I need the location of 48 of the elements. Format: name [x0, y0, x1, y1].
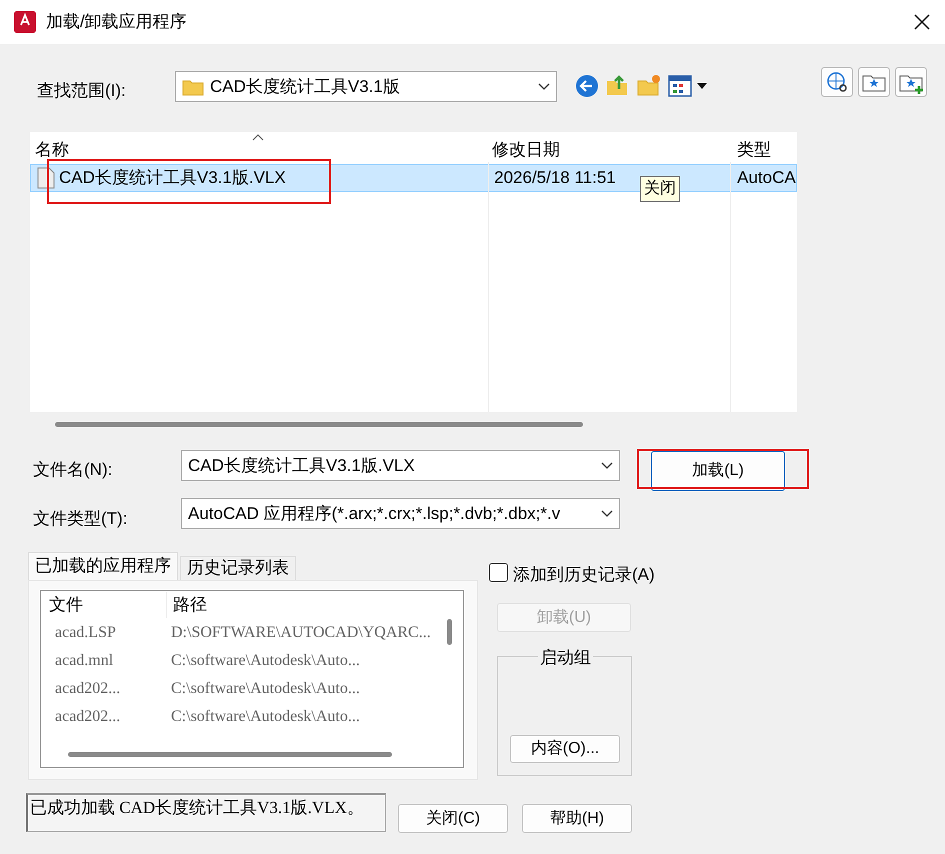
loaded-file: acad202...	[54, 679, 122, 699]
file-type-combo[interactable]: AutoCAD 应用程序(*.arx;*.crx;*.lsp;*.dvb;*.dbx;*.v	[181, 498, 620, 529]
web-search-icon[interactable]	[821, 67, 853, 97]
status-message: 已成功加载 CAD长度统计工具V3.1版.VLX。	[26, 793, 386, 832]
tab[interactable]: 历史记录列表	[180, 556, 296, 580]
file-date: 2026/5/18 11:51	[494, 168, 616, 188]
close-button[interactable]: 关闭(C)	[398, 804, 508, 833]
horizontal-scrollbar[interactable]	[55, 422, 583, 427]
app-icon	[14, 11, 36, 33]
horizontal-scrollbar[interactable]	[68, 752, 392, 757]
loaded-file: acad.mnl	[54, 651, 114, 671]
contents-button[interactable]: 内容(O)...	[510, 735, 620, 763]
up-folder-icon[interactable]	[605, 73, 629, 97]
tooltip: 关闭	[640, 176, 680, 202]
vertical-scrollbar[interactable]	[447, 619, 452, 645]
close-icon[interactable]	[913, 13, 931, 31]
loaded-path: C:\software\Autodesk\Auto...	[171, 651, 360, 671]
file-name-label: 文件名(N):	[33, 459, 112, 481]
back-icon[interactable]	[575, 74, 599, 98]
add-favorite-icon[interactable]	[895, 67, 927, 97]
column-header[interactable]: 路径	[166, 592, 207, 618]
favorites-folder-icon[interactable]	[858, 67, 890, 97]
window-title: 加载/卸载应用程序	[46, 11, 187, 34]
tab[interactable]: 已加载的应用程序	[28, 552, 178, 580]
view-menu-icon[interactable]	[668, 75, 708, 97]
folder-icon	[182, 78, 204, 96]
file-name-combo[interactable]: CAD长度统计工具V3.1版.VLX	[181, 450, 620, 481]
load-button[interactable]: 加载(L)	[651, 451, 785, 491]
loaded-path: D:\SOFTWARE\AUTOCAD\YQARC...	[171, 623, 431, 643]
loaded-file: acad.LSP	[54, 623, 117, 643]
column-header[interactable]: 名称	[30, 136, 490, 162]
file-name: CAD长度统计工具V3.1版.VLX	[59, 167, 287, 190]
column-header[interactable]: 文件	[41, 592, 166, 618]
loaded-path: C:\software\Autodesk\Auto...	[171, 707, 360, 727]
look-in-value: CAD长度统计工具V3.1版	[210, 76, 400, 98]
loaded-file: acad202...	[54, 707, 122, 727]
column-header[interactable]: 修改日期	[490, 136, 735, 162]
look-in-combo[interactable]: CAD长度统计工具V3.1版	[175, 71, 557, 102]
look-in-label: 查找范围(I):	[37, 80, 126, 102]
combo-value: CAD长度统计工具V3.1版.VLX	[188, 454, 415, 477]
column-header[interactable]: 类型	[735, 136, 797, 162]
help-button[interactable]: 帮助(H)	[522, 804, 632, 833]
combo-value: AutoCAD 应用程序(*.arx;*.crx;*.lsp;*.dvb;*.dbx;*.v	[188, 502, 560, 525]
file-type: AutoCA	[736, 167, 796, 190]
loaded-path: C:\software\Autodesk\Auto...	[171, 679, 360, 699]
history-checkbox-label: 添加到历史记录(A)	[513, 564, 655, 586]
file-type-label: 文件类型(T):	[33, 508, 128, 530]
history-checkbox[interactable]	[489, 563, 508, 582]
